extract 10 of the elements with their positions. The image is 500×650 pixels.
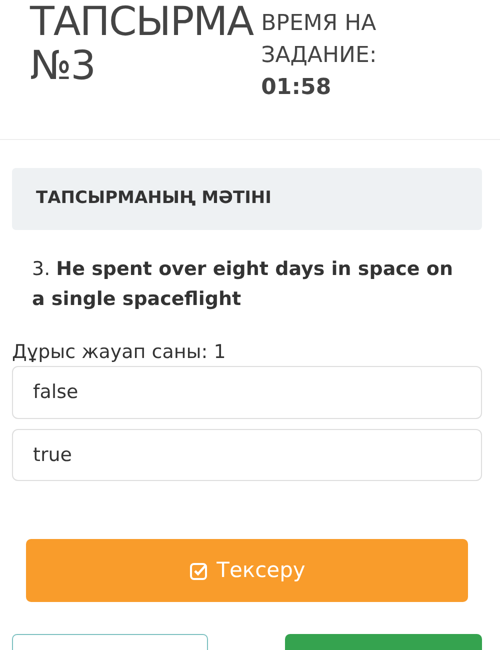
timer-label: ВРЕМЯ НА ЗАДАНИЕ:	[261, 10, 378, 70]
answer-option[interactable]: false	[12, 366, 482, 418]
task-title: ТАПСЫРМА	[30, 0, 254, 44]
answer-option[interactable]: true	[12, 428, 482, 481]
task-number: №3	[30, 44, 96, 88]
task-heading: ТАПСЫРМАНЫҢ МӘТІНІ	[12, 168, 482, 230]
checkbox-icon	[188, 560, 209, 580]
question-text: 3. He spent over eight days in space on a single spaceflight	[31, 256, 454, 312]
timer: 01:58	[261, 74, 332, 102]
answer-count: Дұрыс жауап саны: 1	[11, 340, 227, 364]
